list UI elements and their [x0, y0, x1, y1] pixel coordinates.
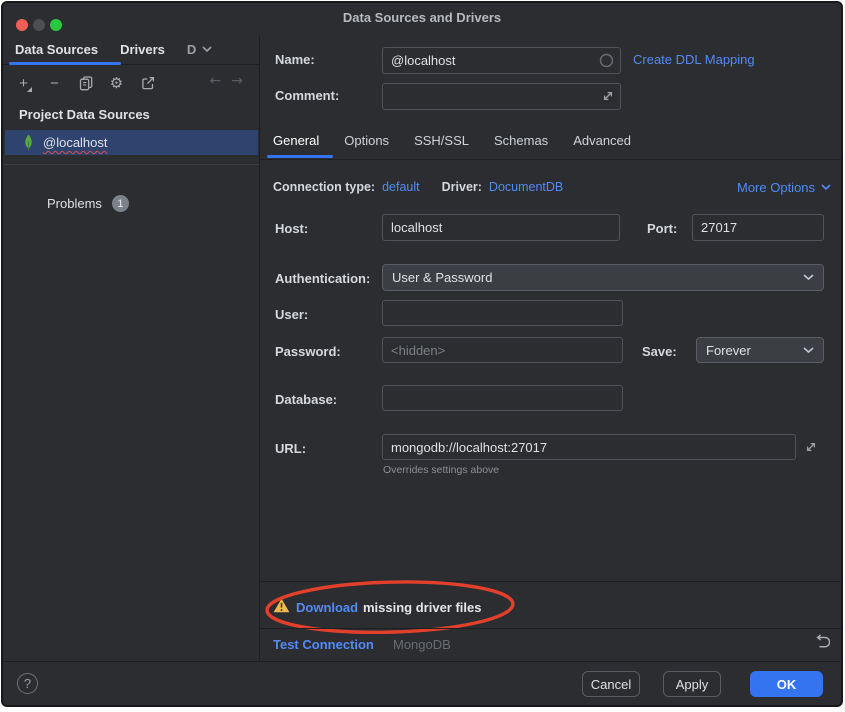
- warning-text: missing driver files: [363, 600, 482, 615]
- sidebar-separator: [3, 164, 259, 165]
- apply-button[interactable]: Apply: [663, 671, 721, 697]
- expand-url-icon[interactable]: [804, 440, 818, 454]
- tab-schemas[interactable]: Schemas: [494, 133, 548, 148]
- download-driver-link[interactable]: Download: [296, 600, 358, 615]
- driver-label: Driver:: [442, 180, 482, 194]
- forward-arrow-icon[interactable]: →: [231, 73, 243, 93]
- port-label: Port:: [647, 221, 677, 236]
- tab-data-sources[interactable]: Data Sources: [15, 42, 98, 57]
- duplicate-icon[interactable]: [77, 75, 94, 92]
- url-hint: Overrides settings above: [383, 464, 499, 476]
- mongodb-leaf-icon: [23, 134, 34, 151]
- project-data-sources-header: Project Data Sources: [19, 107, 150, 122]
- password-label: Password:: [275, 344, 341, 359]
- name-label: Name:: [275, 52, 315, 67]
- dropdown-corner-icon: [27, 87, 32, 92]
- sidebar: Data Sources Drivers D + −: [3, 35, 260, 661]
- chevron-down-icon: [202, 46, 212, 53]
- host-label: Host:: [275, 221, 308, 236]
- name-input[interactable]: [382, 47, 621, 74]
- chevron-down-icon: [803, 274, 814, 281]
- tab-options[interactable]: Options: [344, 133, 389, 148]
- back-arrow-icon[interactable]: ←: [210, 73, 222, 93]
- regenerate-name-icon: [599, 53, 614, 68]
- connection-type-value[interactable]: default: [382, 180, 420, 194]
- problems-item[interactable]: Problems 1: [47, 195, 129, 212]
- password-input[interactable]: [382, 337, 623, 363]
- url-label: URL:: [275, 441, 306, 456]
- problems-count-badge: 1: [112, 195, 129, 212]
- remove-data-source-icon[interactable]: −: [46, 75, 63, 92]
- tab-ssh-ssl[interactable]: SSH/SSL: [414, 133, 469, 148]
- authentication-label: Authentication:: [275, 271, 370, 286]
- user-label: User:: [275, 307, 308, 322]
- create-ddl-mapping-link[interactable]: Create DDL Mapping: [633, 52, 755, 67]
- chevron-down-icon: [821, 184, 831, 191]
- connection-type-label: Connection type:: [273, 180, 375, 194]
- sidebar-tab-strip: Data Sources Drivers D: [3, 35, 259, 65]
- connection-type-row: Connection type: default Driver: Documen…: [273, 180, 563, 194]
- sidebar-toolbar: + − ⚙: [15, 73, 156, 93]
- test-connection-link[interactable]: Test Connection: [273, 637, 374, 652]
- port-input[interactable]: [692, 214, 824, 241]
- revert-icon[interactable]: [813, 634, 830, 651]
- save-label: Save:: [642, 344, 677, 359]
- driver-badge: MongoDB: [393, 637, 451, 652]
- authentication-value: User & Password: [392, 270, 492, 285]
- more-options-link[interactable]: More Options: [737, 180, 831, 195]
- comment-input[interactable]: [382, 83, 621, 110]
- tab-drivers[interactable]: Drivers: [120, 42, 165, 57]
- tab-ddl-mappings[interactable]: D: [187, 42, 212, 57]
- cancel-button[interactable]: Cancel: [582, 671, 640, 697]
- active-tab-underline: [9, 62, 121, 65]
- driver-value-link[interactable]: DocumentDB: [489, 180, 563, 194]
- tab-advanced[interactable]: Advanced: [573, 133, 631, 148]
- tabs-divider: [260, 159, 841, 160]
- database-input[interactable]: [382, 385, 623, 411]
- data-source-name: @localhost: [43, 135, 108, 150]
- data-source-row-localhost[interactable]: @localhost: [5, 130, 258, 155]
- history-nav: ← →: [210, 73, 243, 93]
- ok-button[interactable]: OK: [750, 671, 823, 697]
- comment-label: Comment:: [275, 88, 339, 103]
- host-input[interactable]: [382, 214, 620, 241]
- window-title: Data Sources and Drivers: [3, 3, 841, 33]
- help-button[interactable]: ?: [17, 673, 38, 694]
- test-row-divider: [260, 628, 841, 629]
- footer-bar: ? Cancel Apply OK: [3, 661, 841, 705]
- chevron-down-icon: [803, 347, 814, 354]
- database-label: Database:: [275, 392, 337, 407]
- warning-divider: [260, 581, 841, 582]
- tab-general[interactable]: General: [273, 133, 319, 148]
- problems-label: Problems: [47, 196, 102, 211]
- settings-gear-icon[interactable]: ⚙: [108, 75, 125, 92]
- save-value: Forever: [706, 343, 751, 358]
- user-input[interactable]: [382, 300, 623, 326]
- title-bar: Data Sources and Drivers: [3, 3, 841, 35]
- save-select[interactable]: Forever: [696, 337, 824, 363]
- warning-triangle-icon: [273, 598, 290, 613]
- open-in-new-icon[interactable]: [139, 75, 156, 92]
- active-detail-tab-underline: [267, 155, 333, 158]
- detail-tab-strip: General Options SSH/SSL Schemas Advanced: [273, 133, 631, 148]
- add-data-source-icon[interactable]: +: [15, 75, 32, 92]
- url-input[interactable]: [382, 434, 796, 460]
- expand-editor-icon[interactable]: [601, 89, 615, 103]
- authentication-select[interactable]: User & Password: [382, 264, 824, 291]
- data-sources-dialog: Data Sources and Drivers Data Sources Dr…: [1, 1, 843, 707]
